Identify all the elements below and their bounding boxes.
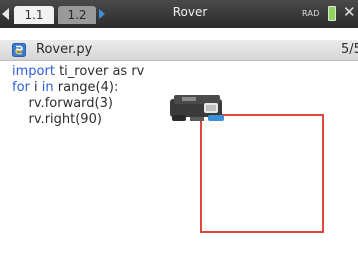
- code-line-1: import ti_rover as rv: [12, 64, 144, 80]
- calculator-screen: 1.1 1.2 Rover RAD ✕ Rover.py 5/5 import …: [0, 0, 358, 271]
- code-text: rv.right(90): [28, 112, 102, 127]
- code-keyword: import: [12, 64, 55, 79]
- code-text: ti_rover as rv: [54, 64, 145, 79]
- rover-path: [200, 114, 324, 233]
- line-count: 5/5: [341, 42, 358, 57]
- code-line-3: rv.forward(3): [12, 96, 144, 112]
- code-text: range(4):: [53, 80, 119, 95]
- tab-page-1-1[interactable]: 1.1: [14, 6, 54, 24]
- tab-page-1-2[interactable]: 1.2: [58, 6, 96, 24]
- code-editor[interactable]: import ti_rover as rv for i in range(4):…: [12, 64, 144, 128]
- python-file-bar: Rover.py 5/5: [0, 40, 358, 61]
- chevron-right-icon[interactable]: [99, 9, 105, 19]
- code-keyword: for: [12, 80, 30, 95]
- battery-icon: [328, 6, 336, 21]
- code-keyword: in: [41, 80, 54, 95]
- rover-icon: [170, 95, 224, 121]
- file-name: Rover.py: [36, 42, 93, 57]
- code-line-4: rv.right(90): [12, 112, 144, 128]
- document-tab-bar: 1.1 1.2 Rover RAD ✕: [0, 0, 358, 28]
- angle-mode-indicator: RAD: [302, 9, 320, 18]
- document-title: Rover: [172, 5, 208, 19]
- code-line-2: for i in range(4):: [12, 80, 144, 96]
- code-text: i: [29, 80, 42, 95]
- chevron-left-icon[interactable]: [2, 8, 9, 20]
- code-text: rv.forward(3): [28, 96, 113, 111]
- close-icon[interactable]: ✕: [343, 3, 356, 21]
- python-file-icon: [12, 43, 26, 57]
